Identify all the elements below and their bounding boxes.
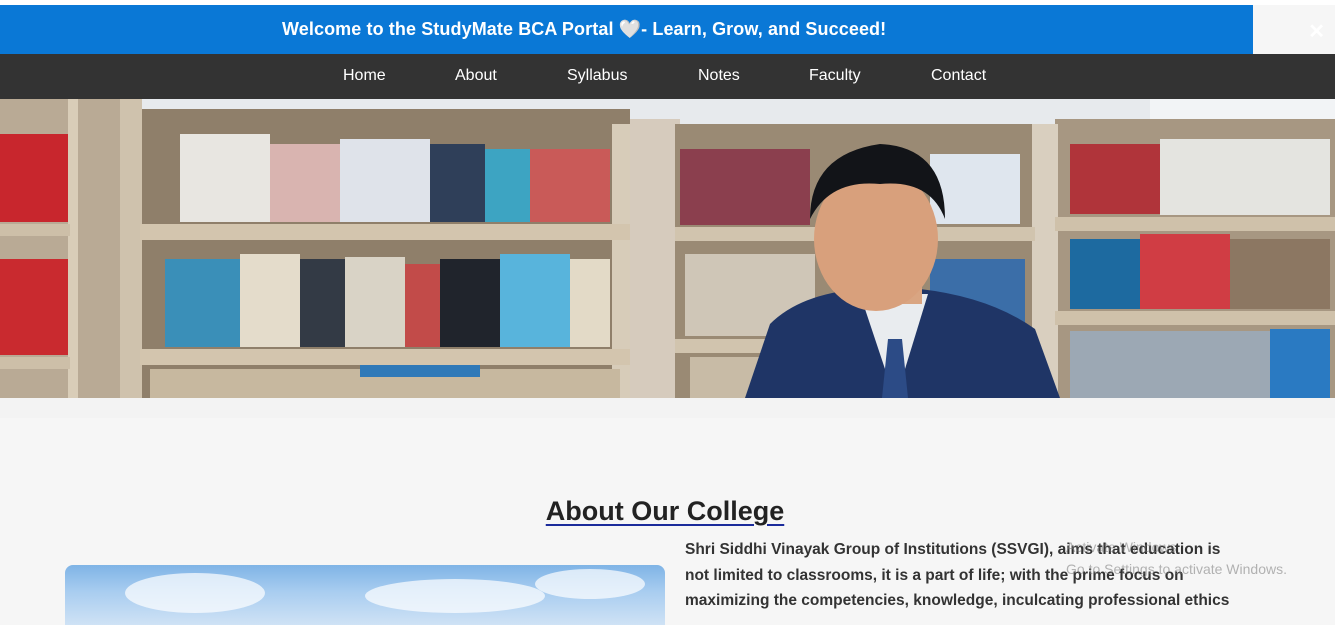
nav-about[interactable]: About [455,67,497,85]
nav-syllabus[interactable]: Syllabus [567,67,627,85]
activate-windows-title: Activate Windows [1066,539,1177,555]
close-icon[interactable]: ✕ [1308,19,1325,44]
nav-notes[interactable]: Notes [698,67,740,85]
nav-home[interactable]: Home [343,67,386,85]
hero-divider [0,398,1335,418]
library-illustration [0,99,1335,398]
main-nav: Home About Syllabus Notes Faculty Contac… [0,54,1335,99]
banner-close-button[interactable]: ✕ [1253,5,1335,54]
nav-contact[interactable]: Contact [931,67,986,85]
about-line: maximizing the competencies, knowledge, … [685,592,1230,609]
activate-windows-subtitle: Go to Settings to activate Windows. [1066,561,1287,577]
nav-faculty[interactable]: Faculty [809,67,861,85]
banner-text: Welcome to the StudyMate BCA Portal 🤍- L… [282,19,887,39]
about-title-text: About Our College [545,496,785,527]
welcome-banner: Welcome to the StudyMate BCA Portal 🤍- L… [0,5,1253,54]
campus-photo [65,565,665,625]
hero-image [0,99,1335,398]
about-title: About Our College [0,496,1330,527]
